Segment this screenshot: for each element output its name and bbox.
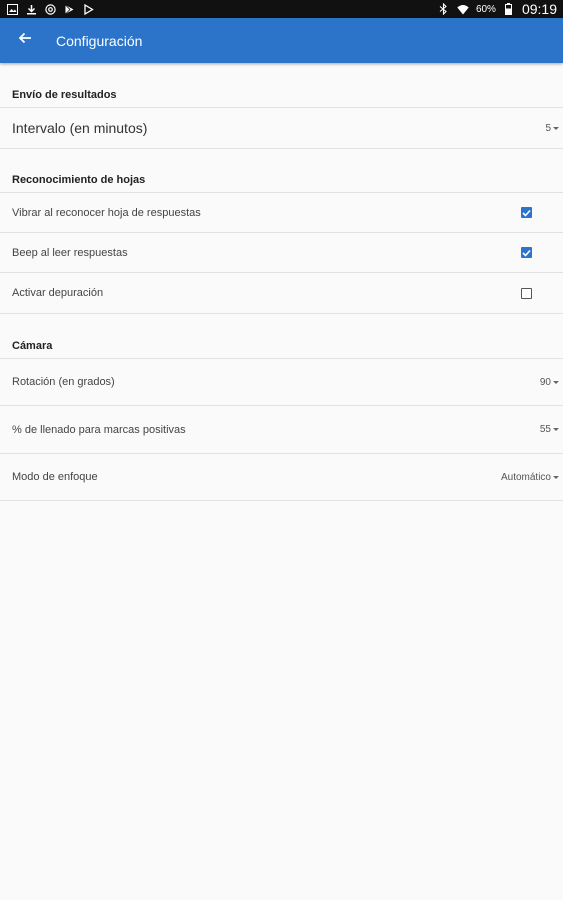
setting-label: Vibrar al reconocer hoja de respuestas: [12, 206, 201, 219]
checkmark-icon: [522, 249, 531, 257]
setting-vibrar[interactable]: Vibrar al reconocer hoja de respuestas: [0, 193, 563, 233]
dropdown-value[interactable]: 5: [545, 123, 559, 134]
setting-intervalo[interactable]: Intervalo (en minutos) 5: [0, 108, 563, 149]
dropdown-value-text: 90: [539, 376, 551, 388]
settings-list: Envío de resultados Intervalo (en minuto…: [0, 63, 563, 501]
app-bar: Configuración: [0, 18, 563, 63]
play-icon: [82, 3, 94, 15]
at-sign-icon: [44, 3, 56, 15]
setting-label: Activar depuración: [12, 287, 104, 299]
setting-label: Rotación (en grados): [12, 376, 115, 388]
setting-label: Modo de enfoque: [12, 471, 98, 483]
section-header-camara: Cámara: [0, 314, 563, 359]
dropdown-value[interactable]: Automático: [501, 472, 559, 483]
dropdown-arrow-icon: [553, 126, 559, 130]
battery-percentage: 60%: [475, 3, 496, 15]
battery-icon: [503, 3, 515, 15]
setting-label: % de llenado para marcas positivas: [12, 423, 186, 436]
bluetooth-icon: [438, 3, 450, 15]
setting-llenado[interactable]: % de llenado para marcas positivas 55: [0, 406, 563, 454]
status-bar-right: 60% 09:19: [438, 1, 557, 17]
setting-enfoque[interactable]: Modo de enfoque Automático: [0, 454, 563, 501]
dropdown-value-text: 5: [545, 122, 551, 134]
dropdown-value-text: Automático: [500, 471, 551, 483]
play-store-icon: [63, 3, 75, 15]
setting-rotacion[interactable]: Rotación (en grados) 90: [0, 359, 563, 406]
status-time: 09:19: [521, 1, 557, 17]
setting-beep[interactable]: Beep al leer respuestas: [0, 233, 563, 273]
setting-depuracion[interactable]: Activar depuración: [0, 273, 563, 314]
arrow-left-icon: [18, 31, 32, 50]
dropdown-value[interactable]: 90: [540, 377, 559, 388]
checkbox-checked[interactable]: [521, 247, 532, 258]
back-button[interactable]: [0, 18, 50, 63]
download-icon: [25, 3, 37, 15]
dropdown-arrow-icon: [553, 475, 559, 479]
checkbox-checked[interactable]: [521, 207, 532, 218]
dropdown-arrow-icon: [553, 380, 559, 384]
gallery-icon: [6, 3, 18, 15]
setting-label: Beep al leer respuestas: [12, 246, 128, 259]
status-bar: 60% 09:19: [0, 0, 563, 18]
section-header-reconocimiento: Reconocimiento de hojas: [0, 149, 563, 193]
dropdown-value-text: 55: [539, 424, 551, 435]
checkbox-unchecked[interactable]: [521, 287, 532, 299]
section-header-envio: Envío de resultados: [0, 63, 563, 108]
checkmark-icon: [522, 209, 531, 217]
status-bar-left: [6, 3, 94, 15]
wifi-icon: [457, 3, 469, 15]
dropdown-value[interactable]: 55: [540, 424, 559, 435]
setting-label: Intervalo (en minutos): [12, 120, 148, 136]
dropdown-arrow-icon: [553, 428, 559, 431]
page-title: Configuración: [56, 32, 143, 49]
